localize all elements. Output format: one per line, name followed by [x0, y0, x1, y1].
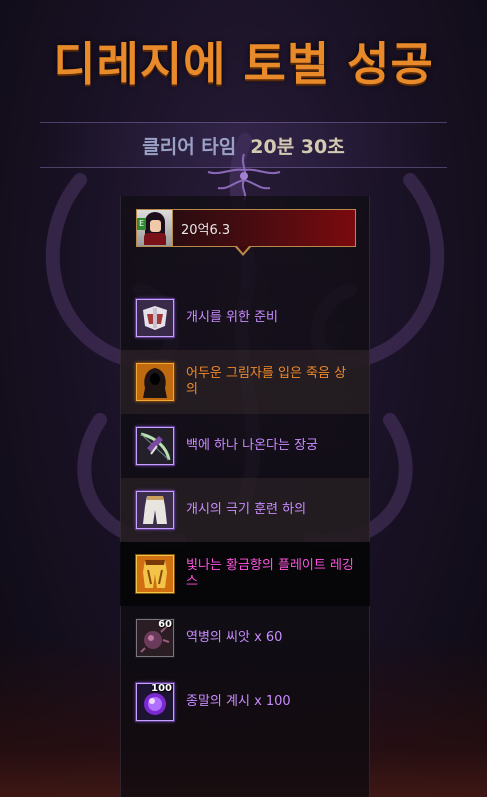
- plate-leggings-icon: [136, 555, 174, 593]
- reward-item-name: 개시의 극기 훈련 하의: [186, 502, 307, 517]
- reward-item-name: 종말의 계시 x 100: [186, 694, 291, 709]
- reward-item[interactable]: 빛나는 황금향의 플레이트 레깅스: [120, 542, 370, 606]
- reward-item-name: 역병의 씨앗 x 60: [186, 630, 283, 645]
- reward-item[interactable]: 어두운 그림자를 입은 죽음 상의: [120, 350, 370, 414]
- ornament-icon: [207, 153, 281, 201]
- character-tag: E: [137, 218, 146, 230]
- longbow-icon: [136, 427, 174, 465]
- character-card[interactable]: E 20억6.3: [136, 209, 356, 247]
- reward-item-name: 백에 하나 나온다는 장궁: [186, 438, 318, 453]
- reward-item-name: 개시를 위한 준비: [186, 310, 278, 325]
- item-quantity: 100: [151, 683, 172, 694]
- pants-icon: [136, 491, 174, 529]
- plague-seed-icon: 60: [136, 619, 174, 657]
- hooded-robe-icon: [136, 363, 174, 401]
- reward-item[interactable]: 백에 하나 나온다는 장궁: [120, 414, 370, 478]
- item-quantity: 60: [158, 619, 172, 630]
- page-title: 디레지에 토벌 성공: [53, 37, 434, 91]
- armor-icon: [136, 299, 174, 337]
- reward-item[interactable]: 개시를 위한 준비: [120, 286, 370, 350]
- reward-item[interactable]: 개시의 극기 훈련 하의: [120, 478, 370, 542]
- reward-item-name: 어두운 그림자를 입은 죽음 상의: [186, 366, 347, 397]
- reward-item[interactable]: 60 역병의 씨앗 x 60: [120, 606, 370, 670]
- reward-item[interactable]: 100 종말의 계시 x 100: [120, 670, 370, 734]
- character-value: 20억6.3: [181, 222, 231, 238]
- character-avatar: E: [137, 210, 173, 246]
- reward-item-name: 빛나는 황금향의 플레이트 레깅스: [186, 558, 354, 589]
- doom-orb-icon: 100: [136, 683, 174, 721]
